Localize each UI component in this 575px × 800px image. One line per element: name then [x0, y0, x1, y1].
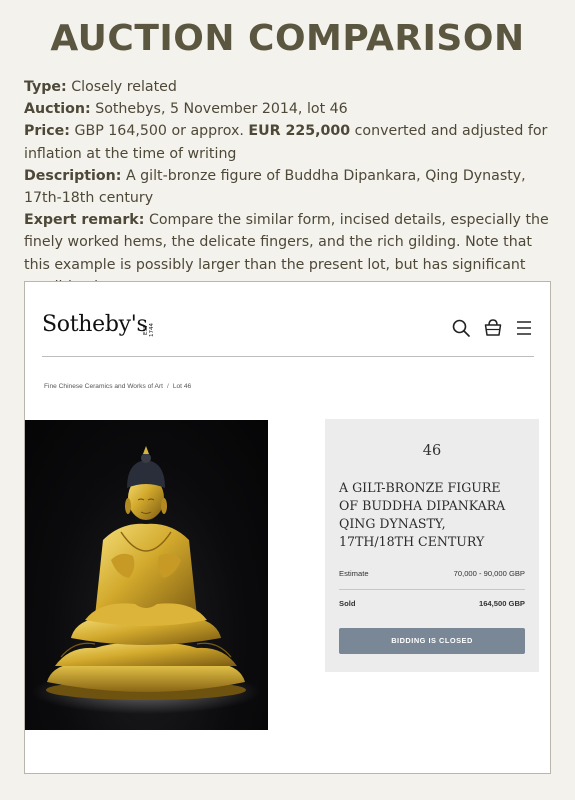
remark-label: Expert remark:: [24, 212, 145, 229]
breadcrumb-sale[interactable]: Fine Chinese Ceramics and Works of Art: [44, 383, 163, 390]
lot-title-line: A GILT-BRONZE FIGURE: [339, 480, 501, 495]
price-line: Price: GBP 164,500 or approx. EUR 225,00…: [24, 120, 554, 164]
buddha-figure-image: [31, 446, 261, 714]
sold-value: 164,500 GBP: [478, 599, 525, 608]
breadcrumb: Fine Chinese Ceramics and Works of Art / L…: [44, 383, 191, 390]
auction-value: Sothebys, 5 November 2014, lot 46: [95, 101, 348, 118]
sothebys-logo[interactable]: Sotheby's: [42, 312, 148, 337]
lot-image[interactable]: [25, 420, 268, 730]
comparison-details: Type: Closely related Auction: Sothebys,…: [24, 76, 554, 298]
price-eur: EUR 225,000: [248, 123, 351, 140]
lot-title-line: QING DYNASTY,: [339, 516, 446, 531]
logo-est-mark: EST 1744: [143, 323, 155, 337]
lot-title-line: OF BUDDHA DIPANKARA: [339, 498, 506, 513]
breadcrumb-separator: /: [166, 383, 169, 390]
bag-icon[interactable]: [483, 318, 503, 338]
lot-title: A GILT-BRONZE FIGURE OF BUDDHA DIPANKARA…: [339, 479, 529, 551]
type-label: Type:: [24, 79, 67, 95]
header-divider: [42, 356, 534, 357]
page-heading: AUCTION COMPARISON: [50, 18, 525, 59]
bidding-closed-button[interactable]: BIDDING IS CLOSED: [339, 628, 525, 654]
menu-icon[interactable]: [514, 318, 534, 338]
price-prefix: GBP 164,500 or approx.: [74, 123, 244, 140]
sold-label: Sold: [339, 599, 356, 608]
lot-title-line: 17TH/18TH CENTURY: [339, 534, 485, 549]
type-line: Type: Closely related: [24, 76, 554, 98]
lot-number: 46: [422, 443, 442, 459]
description-label: Description:: [24, 167, 122, 184]
auction-line: Auction: Sothebys, 5 November 2014, lot …: [24, 98, 554, 120]
estimate-divider: [339, 589, 525, 590]
description-line: Description: A gilt-bronze figure of Bud…: [24, 165, 554, 209]
auction-screenshot: Sotheby's EST 1744 Fine Chinese Ceramics…: [24, 281, 551, 774]
estimate-label: Estimate: [339, 569, 369, 578]
estimate-value: 70,000 - 90,000 GBP: [453, 569, 525, 578]
type-value: Closely related: [71, 79, 177, 95]
auction-label: Auction:: [24, 101, 91, 118]
price-label: Price:: [24, 123, 70, 140]
lot-info-card: 46 A GILT-BRONZE FIGURE OF BUDDHA DIPANK…: [325, 419, 539, 672]
breadcrumb-lot[interactable]: Lot 46: [173, 383, 191, 390]
search-icon[interactable]: [451, 318, 471, 338]
